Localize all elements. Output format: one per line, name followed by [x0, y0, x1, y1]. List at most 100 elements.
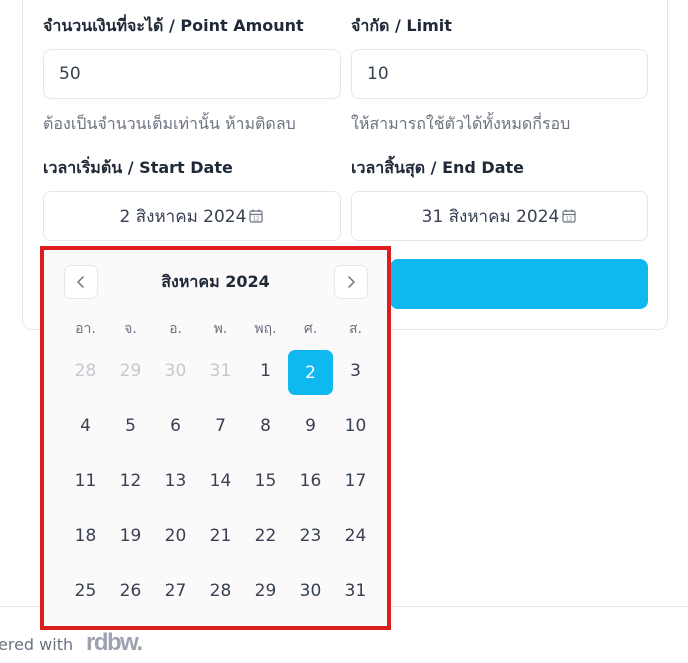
weekday-header: อา. จ. อ. พ. พฤ. ศ. ส.	[63, 318, 378, 340]
calendar-icon: 12	[562, 209, 576, 223]
calendar-day[interactable]: 28	[63, 348, 108, 403]
calendar-day[interactable]: 15	[243, 458, 288, 513]
calendar-day-number: 22	[254, 526, 277, 546]
submit-button[interactable]	[390, 259, 648, 309]
weekday-label: ส.	[349, 321, 362, 337]
calendar-day-number: 10	[344, 416, 367, 436]
rdbw-logo[interactable]: rdbw.	[86, 629, 143, 657]
calendar-day[interactable]: 25	[63, 568, 108, 623]
calendar-day[interactable]: 27	[153, 568, 198, 623]
calendar-day-number: 29	[254, 581, 277, 601]
point-amount-input[interactable]: 50	[43, 49, 341, 99]
calendar-day[interactable]: 22	[243, 513, 288, 568]
calendar-day[interactable]: 1	[243, 348, 288, 403]
calendar-day-number: 30	[299, 581, 322, 601]
calendar-day-number: 11	[74, 471, 97, 491]
calendar-day-number: 3	[350, 361, 361, 381]
end-date-label: เวลาสิ้นสุด / End Date	[351, 158, 525, 177]
calendar-day-number: 16	[299, 471, 322, 491]
calendar-day-number: 31	[344, 581, 367, 601]
limit-input[interactable]: 10	[351, 49, 648, 99]
calendar-day-number: 12	[119, 471, 142, 491]
start-date-input[interactable]: 2 สิงหาคม 2024 12	[43, 191, 341, 241]
weekday-label: จ.	[124, 321, 137, 337]
date-picker-popup: สิงหาคม 2024 อา. จ. อ. พ. พฤ. ศ. ส. 28 29…	[40, 246, 391, 630]
calendar-day[interactable]: 26	[108, 568, 153, 623]
calendar-day-number: 8	[260, 416, 271, 436]
weekday-label: อา.	[75, 321, 96, 337]
limit-hint: ให้สามารถใช้ตัวได้ทั้งหมดกี่รอบ	[351, 114, 571, 133]
point-amount-label: จำนวนเงินที่จะได้ / Point Amount	[43, 16, 304, 35]
calendar-day[interactable]: 30	[153, 348, 198, 403]
next-month-button[interactable]	[334, 265, 368, 299]
calendar-day[interactable]: 17	[333, 458, 378, 513]
calendar-day-number: 21	[209, 526, 232, 546]
calendar-day[interactable]: 18	[63, 513, 108, 568]
weekday-label: ศ.	[303, 321, 318, 337]
calendar-day[interactable]: 31	[198, 348, 243, 403]
calendar-day-number: 27	[164, 581, 187, 601]
end-date-input[interactable]: 31 สิงหาคม 2024 12	[351, 191, 648, 241]
calendar-day[interactable]: 19	[108, 513, 153, 568]
calendar-day[interactable]: 13	[153, 458, 198, 513]
calendar-day[interactable]: 31	[333, 568, 378, 623]
calendar-day[interactable]: 9	[288, 403, 333, 458]
calendar-day-number: 19	[119, 526, 142, 546]
calendar-day[interactable]: 7	[198, 403, 243, 458]
weekday-label: พฤ.	[254, 321, 277, 337]
calendar-day-number: 15	[254, 471, 277, 491]
calendar-day-number: 25	[74, 581, 97, 601]
calendar-day[interactable]: 16	[288, 458, 333, 513]
powered-by-text: ered with	[0, 635, 74, 654]
calendar-day-number: 28	[209, 581, 232, 601]
calendar-day[interactable]: 29	[243, 568, 288, 623]
calendar-icon: 12	[249, 209, 264, 223]
chevron-right-icon	[348, 276, 355, 288]
calendar-day-number: 4	[80, 416, 91, 436]
calendar-day-number: 7	[215, 416, 226, 436]
calendar-day[interactable]: 24	[333, 513, 378, 568]
start-date-label: เวลาเริ่มต้น / Start Date	[43, 158, 233, 177]
end-date-value: 31 สิงหาคม 2024	[421, 206, 560, 227]
calendar-day-selected[interactable]: 2	[288, 348, 333, 403]
start-date-value: 2 สิงหาคม 2024	[119, 206, 247, 227]
calendar-day[interactable]: 4	[63, 403, 108, 458]
weekday-label: อ.	[169, 321, 182, 337]
calendar-day[interactable]: 23	[288, 513, 333, 568]
calendar-day-number: 20	[164, 526, 187, 546]
calendar-day-number: 17	[344, 471, 367, 491]
calendar-day-number: 13	[164, 471, 187, 491]
calendar-day-number: 6	[170, 416, 181, 436]
calendar-day[interactable]: 5	[108, 403, 153, 458]
calendar-day[interactable]: 20	[153, 513, 198, 568]
calendar-day[interactable]: 3	[333, 348, 378, 403]
calendar-day[interactable]: 6	[153, 403, 198, 458]
weekday-label: พ.	[213, 321, 228, 337]
calendar-day-number: 14	[209, 471, 232, 491]
calendar-day[interactable]: 12	[108, 458, 153, 513]
calendar-day[interactable]: 29	[108, 348, 153, 403]
calendar-day-number: 1	[260, 361, 271, 381]
calendar-day[interactable]: 8	[243, 403, 288, 458]
calendar-day[interactable]: 14	[198, 458, 243, 513]
limit-label: จำกัด / Limit	[351, 16, 452, 35]
calendar-day-number: 28	[74, 361, 97, 381]
calendar-day[interactable]: 28	[198, 568, 243, 623]
calendar-day-number: 24	[344, 526, 367, 546]
calendar-day[interactable]: 30	[288, 568, 333, 623]
calendar-day-number: 9	[305, 416, 316, 436]
calendar-day-number: 2	[288, 350, 333, 395]
calendar-day[interactable]: 10	[333, 403, 378, 458]
svg-text:12: 12	[566, 217, 572, 223]
calendar-day-grid: 28 29 30 31 1 2 3 4 5 6 7 8 9 10 11 12 13 14 15 16 17 18 19 20 2…	[63, 348, 378, 623]
calendar-day-number: 26	[119, 581, 142, 601]
calendar-day[interactable]: 11	[63, 458, 108, 513]
calendar-day-number: 30	[164, 361, 187, 381]
calendar-day-number: 23	[299, 526, 322, 546]
point-amount-hint: ต้องเป็นจำนวนเต็มเท่านั้น ห้ามติดลบ	[43, 114, 296, 133]
calendar-day[interactable]: 21	[198, 513, 243, 568]
calendar-day-number: 31	[209, 361, 232, 381]
calendar-day-number: 29	[119, 361, 142, 381]
calendar-day-number: 5	[125, 416, 136, 436]
calendar-day-number: 18	[74, 526, 97, 546]
